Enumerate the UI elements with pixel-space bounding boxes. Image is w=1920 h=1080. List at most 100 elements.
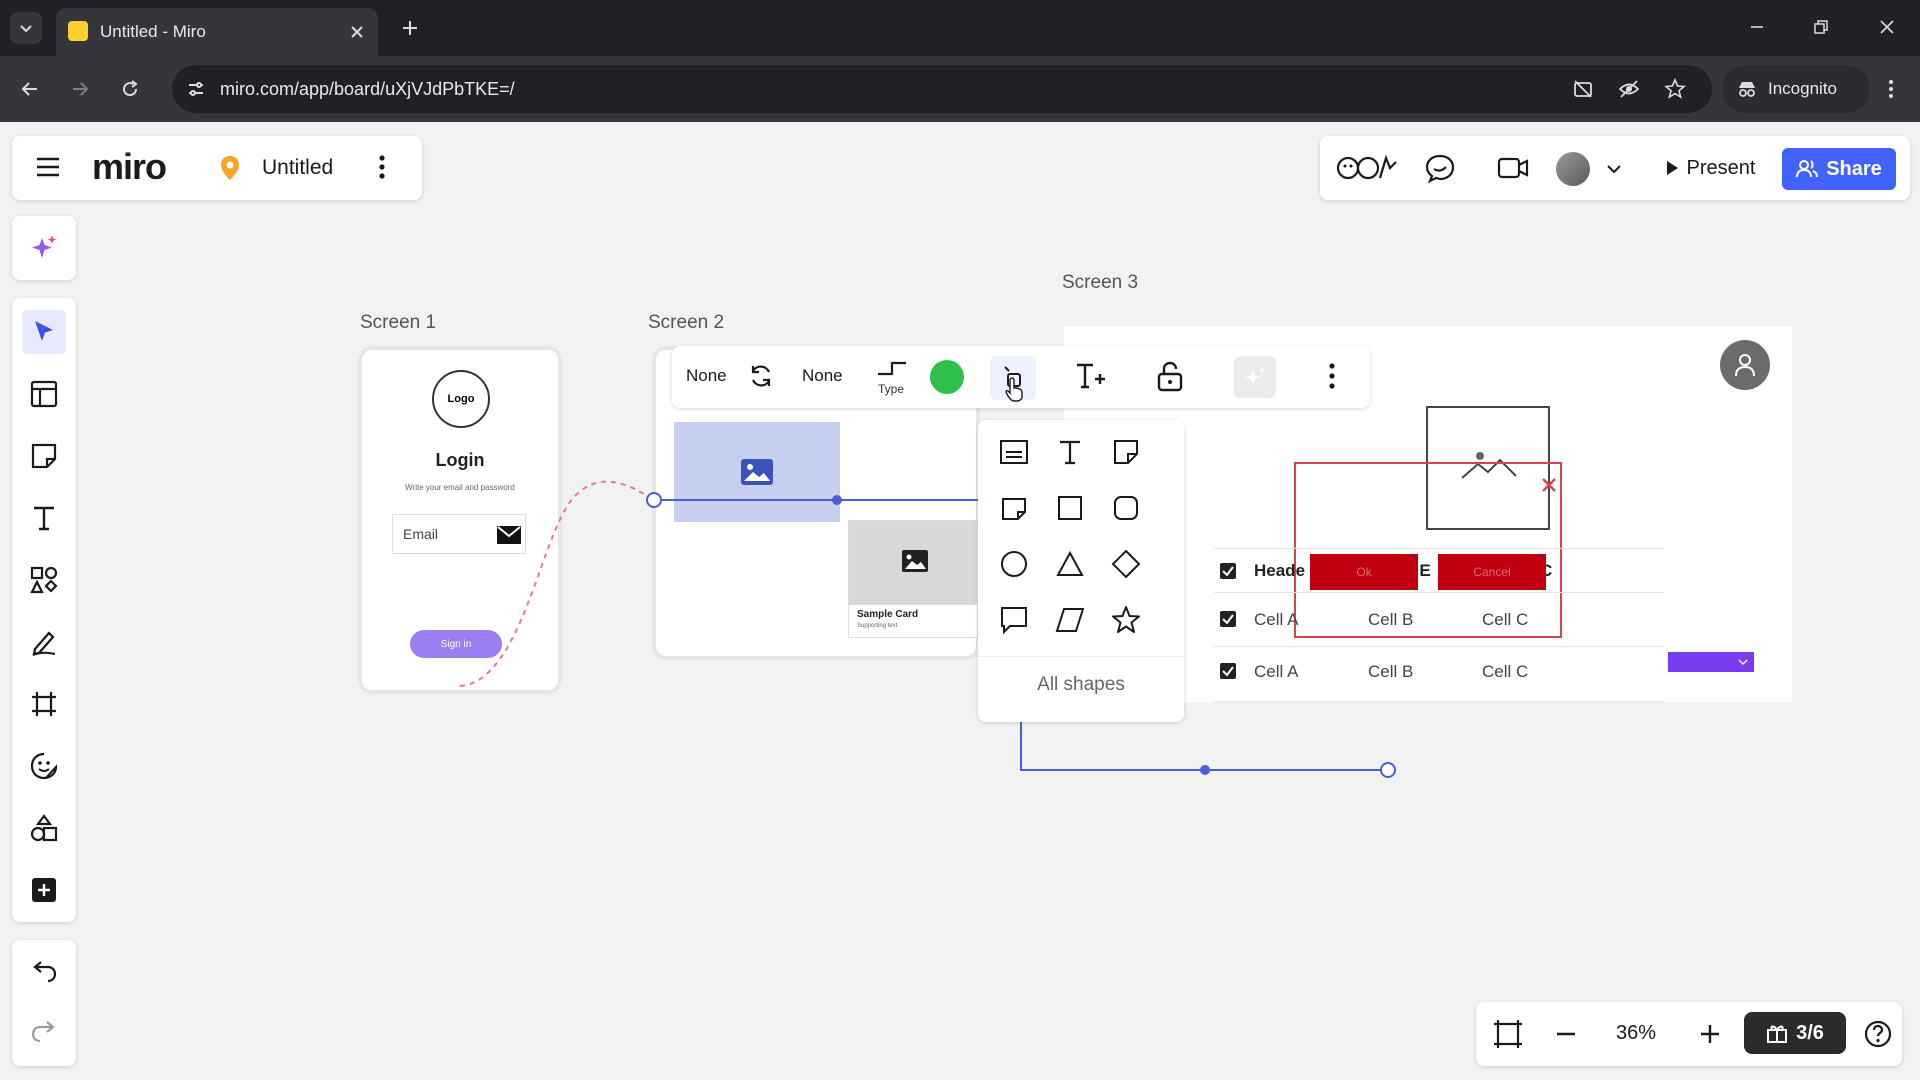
star-icon bbox=[1112, 606, 1140, 633]
color-picker-button[interactable] bbox=[930, 360, 964, 394]
plus-icon bbox=[403, 21, 417, 35]
line-type-button[interactable]: Type bbox=[870, 354, 914, 400]
arrow-left-icon bbox=[21, 82, 37, 96]
new-tab-button[interactable] bbox=[396, 14, 424, 42]
ai-magic-button[interactable] bbox=[1234, 356, 1276, 398]
prototype-link-dashed bbox=[459, 480, 655, 687]
all-shapes-link[interactable]: All shapes bbox=[978, 674, 1184, 696]
reload-icon bbox=[123, 80, 138, 97]
zoom-out-button[interactable] bbox=[1548, 1016, 1584, 1052]
speech-bubble-icon bbox=[1001, 607, 1027, 635]
swap-caps-button[interactable] bbox=[746, 361, 776, 391]
minus-icon bbox=[1557, 1032, 1575, 1036]
rounded-square-icon bbox=[1114, 496, 1138, 520]
help-icon bbox=[1864, 1020, 1892, 1048]
zoom-in-button[interactable] bbox=[1692, 1016, 1728, 1052]
circle-icon bbox=[1001, 551, 1027, 577]
incognito-badge[interactable]: Incognito bbox=[1722, 65, 1870, 113]
connector-mid-handle-2 bbox=[1200, 765, 1210, 775]
chevron-down-icon bbox=[20, 25, 32, 33]
text-format-button[interactable] bbox=[1074, 360, 1108, 392]
board-canvas[interactable]: miro Untitled Present Share Screen 1 Scr… bbox=[0, 122, 1920, 1080]
text-shape-option[interactable] bbox=[1048, 430, 1092, 474]
lock-open-icon bbox=[1157, 361, 1183, 392]
shape-picker-menu: All shapes bbox=[978, 420, 1184, 722]
shape-picker-button[interactable] bbox=[990, 356, 1036, 402]
url-text: miro.com/app/board/uXjVJdPbTKE=/ bbox=[220, 79, 515, 99]
rounded-rectangle-shape-option[interactable] bbox=[1104, 486, 1148, 530]
gift-icon bbox=[1767, 1025, 1788, 1043]
connector-end-handle bbox=[1380, 762, 1396, 778]
site-info-icon[interactable] bbox=[186, 79, 206, 99]
close-icon bbox=[351, 26, 363, 38]
incognito-icon bbox=[1739, 82, 1755, 97]
text-box-icon bbox=[1000, 440, 1028, 464]
more-options-button[interactable] bbox=[1328, 362, 1336, 390]
swap-icon bbox=[751, 365, 771, 387]
zoom-controls: 36% 3/6 bbox=[1476, 1002, 1902, 1066]
browser-tab-bar: Untitled - Miro bbox=[0, 0, 1920, 56]
triangle-icon bbox=[1056, 550, 1084, 576]
incognito-label: Incognito bbox=[1768, 79, 1837, 98]
text-box-shape-option[interactable] bbox=[992, 430, 1036, 474]
fit-to-screen-button[interactable] bbox=[1490, 1016, 1526, 1052]
plus-icon bbox=[1701, 1025, 1719, 1043]
tab-search-button[interactable] bbox=[10, 12, 42, 44]
browser-tab[interactable]: Untitled - Miro bbox=[56, 8, 378, 56]
sticky-shape-option[interactable] bbox=[1104, 430, 1148, 474]
camera-blocked-icon[interactable] bbox=[1572, 78, 1594, 100]
eye-off-icon[interactable] bbox=[1618, 78, 1640, 100]
rectangle-shape-option[interactable] bbox=[1048, 486, 1092, 530]
end-cap-select[interactable]: None bbox=[802, 366, 843, 386]
context-toolbar: None None Type bbox=[672, 346, 1370, 408]
parallelogram-shape-option[interactable] bbox=[1048, 598, 1092, 642]
url-bar[interactable]: miro.com/app/board/uXjVJdPbTKE=/ bbox=[172, 65, 1712, 113]
minimize-icon bbox=[1751, 26, 1763, 28]
bookmark-star-icon[interactable] bbox=[1664, 78, 1686, 100]
speech-bubble-shape-option[interactable] bbox=[992, 598, 1036, 642]
close-icon bbox=[1880, 20, 1894, 34]
connector-lines bbox=[459, 480, 1396, 778]
minimize-button[interactable] bbox=[1742, 12, 1772, 42]
folded-note-shape-option[interactable] bbox=[992, 486, 1036, 530]
more-vertical-icon bbox=[1889, 80, 1893, 98]
shape-menu-divider bbox=[978, 656, 1184, 657]
line-type-label: Type bbox=[878, 382, 905, 396]
tab-title: Untitled - Miro bbox=[100, 22, 206, 41]
arrow-right-icon bbox=[73, 82, 89, 96]
forward-button[interactable] bbox=[64, 73, 96, 105]
reload-button[interactable] bbox=[114, 73, 146, 105]
diamond-icon bbox=[1111, 549, 1141, 579]
restore-icon bbox=[1814, 20, 1828, 34]
square-icon bbox=[1058, 496, 1082, 520]
frame-fit-icon bbox=[1494, 1020, 1522, 1048]
browser-menu-button[interactable] bbox=[1876, 73, 1906, 105]
triangle-shape-option[interactable] bbox=[1048, 542, 1092, 586]
connector-start-handle bbox=[646, 492, 662, 508]
help-button[interactable] bbox=[1860, 1016, 1896, 1052]
sparkle-icon bbox=[1245, 366, 1266, 385]
restore-button[interactable] bbox=[1806, 12, 1836, 42]
more-vertical-icon bbox=[1329, 363, 1335, 389]
parallelogram-icon bbox=[1055, 608, 1085, 632]
pages-button[interactable]: 3/6 bbox=[1744, 1012, 1846, 1054]
zoom-level[interactable]: 36% bbox=[1616, 1022, 1656, 1045]
elbow-line-icon bbox=[878, 361, 906, 376]
connector-mid-handle bbox=[832, 495, 842, 505]
lock-button[interactable] bbox=[1156, 360, 1184, 392]
close-window-button[interactable] bbox=[1872, 12, 1902, 42]
hand-cursor-icon bbox=[1005, 377, 1023, 402]
star-shape-option[interactable] bbox=[1104, 598, 1148, 642]
diamond-shape-option[interactable] bbox=[1104, 542, 1148, 586]
sticky-note-icon bbox=[1114, 440, 1138, 464]
text-plus-icon bbox=[1077, 363, 1105, 389]
start-cap-select[interactable]: None bbox=[686, 366, 727, 386]
miro-favicon bbox=[68, 21, 88, 41]
text-icon bbox=[1060, 440, 1080, 465]
close-tab-button[interactable] bbox=[346, 21, 368, 43]
circle-shape-option[interactable] bbox=[992, 542, 1036, 586]
browser-address-bar: miro.com/app/board/uXjVJdPbTKE=/ Incogni… bbox=[0, 56, 1920, 122]
page-counter: 3/6 bbox=[1796, 1021, 1824, 1044]
folded-note-icon bbox=[1002, 498, 1026, 520]
back-button[interactable] bbox=[14, 73, 46, 105]
